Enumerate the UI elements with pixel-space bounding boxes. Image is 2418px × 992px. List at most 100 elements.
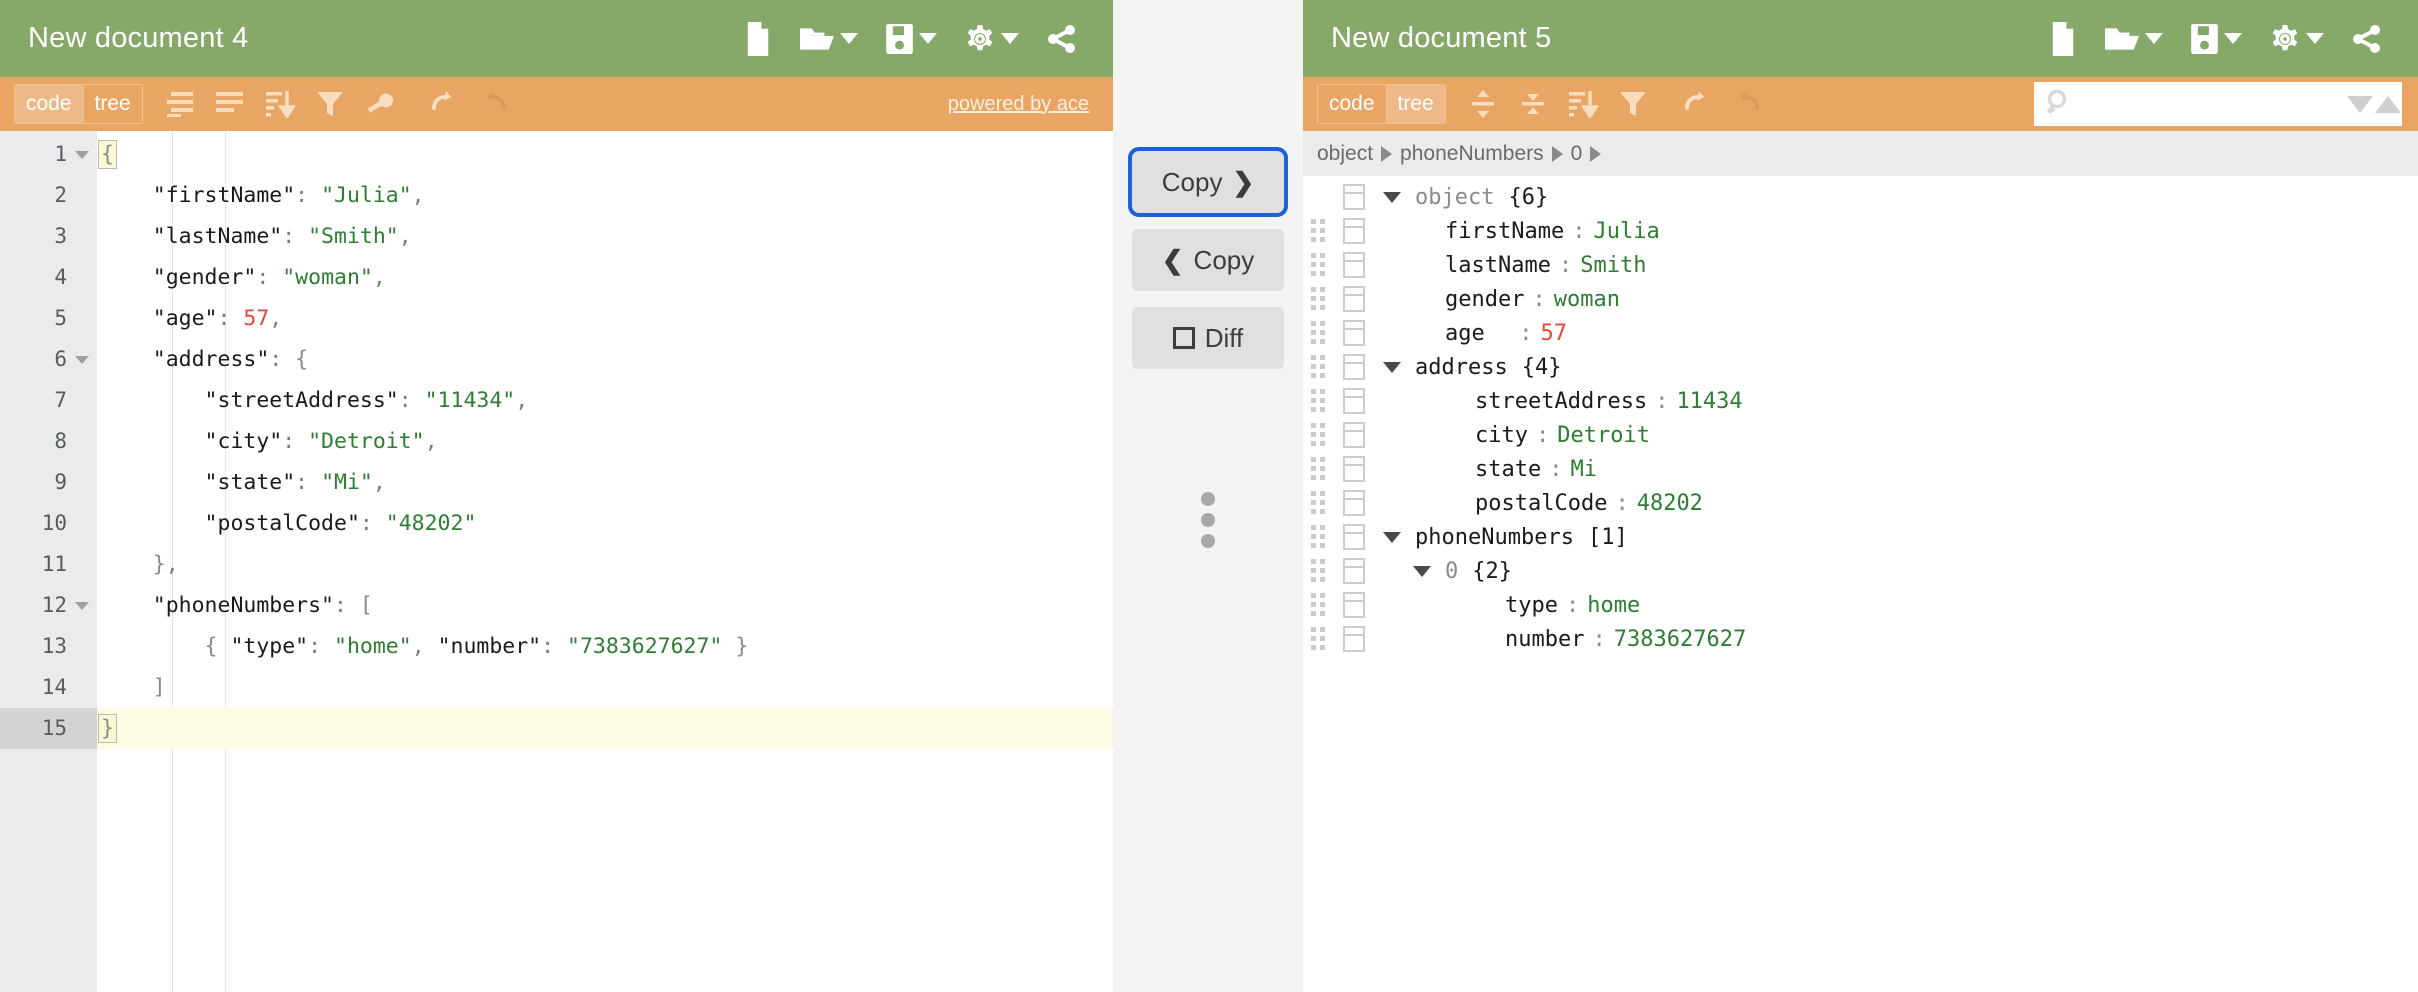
line-number[interactable]: 7 <box>0 380 97 421</box>
save-document-button[interactable] <box>872 18 951 60</box>
new-document-button[interactable] <box>2035 16 2091 62</box>
fold-toggle-icon[interactable] <box>75 356 89 364</box>
repair-icon[interactable] <box>357 83 403 125</box>
search-input[interactable] <box>2072 92 2347 116</box>
line-number[interactable]: 5 <box>0 298 97 339</box>
line-number[interactable]: 6 <box>0 339 97 380</box>
code-line[interactable]: "gender": "woman", <box>97 257 1113 298</box>
code-line[interactable]: "streetAddress": "11434", <box>97 380 1113 421</box>
search-next-icon[interactable] <box>2347 95 2373 113</box>
drag-handle-icon[interactable] <box>1311 524 1333 548</box>
code-line[interactable]: "postalCode": "48202" <box>97 503 1113 544</box>
tree-value[interactable]: home <box>1587 593 1640 618</box>
tree-row[interactable]: phoneNumbers [1] <box>1303 520 2418 554</box>
line-number[interactable]: 4 <box>0 257 97 298</box>
tree-key[interactable]: city <box>1475 423 1528 448</box>
tree-row[interactable]: state: Mi <box>1303 452 2418 486</box>
diff-button[interactable]: Diff <box>1132 307 1284 369</box>
tree-view[interactable]: object {6} firstName: Julia lastName: Smith ge… <box>1303 176 2418 992</box>
tree-value[interactable]: 7383627627 <box>1614 627 1746 652</box>
context-menu-icon[interactable] <box>1343 558 1365 584</box>
line-number[interactable]: 3 <box>0 216 97 257</box>
tree-key[interactable]: streetAddress <box>1475 389 1647 414</box>
code-line[interactable]: } <box>97 708 1113 749</box>
context-menu-icon[interactable] <box>1343 592 1365 618</box>
expand-toggle-icon[interactable] <box>1379 354 1405 380</box>
tree-row[interactable]: address {4} <box>1303 350 2418 384</box>
settings-button[interactable] <box>951 18 1033 60</box>
breadcrumb-item[interactable]: 0 <box>1571 142 1583 166</box>
expand-toggle-icon[interactable] <box>1379 184 1405 210</box>
code-line[interactable]: "lastName": "Smith", <box>97 216 1113 257</box>
filter-icon[interactable] <box>307 83 353 125</box>
resize-handle[interactable] <box>1201 492 1215 548</box>
share-button[interactable] <box>1033 18 1091 60</box>
open-document-button[interactable] <box>2091 19 2177 59</box>
code-line[interactable]: { "type": "home", "number": "7383627627"… <box>97 626 1113 667</box>
tree-row[interactable]: lastName: Smith <box>1303 248 2418 282</box>
tree-key[interactable]: number <box>1505 627 1584 652</box>
context-menu-icon[interactable] <box>1343 184 1365 210</box>
tree-key[interactable]: 0 <box>1445 559 1458 584</box>
redo-icon[interactable] <box>471 83 517 125</box>
undo-icon[interactable] <box>421 83 467 125</box>
tree-value[interactable]: Mi <box>1570 457 1597 482</box>
tree-value[interactable]: Julia <box>1593 219 1659 244</box>
tree-value[interactable]: Detroit <box>1557 423 1650 448</box>
context-menu-icon[interactable] <box>1343 524 1365 550</box>
collapse-all-icon[interactable] <box>1510 83 1556 125</box>
drag-handle-icon[interactable] <box>1311 422 1333 446</box>
tree-row[interactable]: number:7383627627 <box>1303 622 2418 656</box>
tree-row[interactable]: firstName: Julia <box>1303 214 2418 248</box>
code-line[interactable]: ] <box>97 667 1113 708</box>
breadcrumb-item[interactable]: object <box>1317 142 1373 166</box>
filter-icon[interactable] <box>1610 83 1656 125</box>
drag-handle-icon[interactable] <box>1311 490 1333 514</box>
left-mode-code[interactable]: code <box>15 85 84 123</box>
code-line[interactable]: "address": { <box>97 339 1113 380</box>
tree-key[interactable]: type <box>1505 593 1558 618</box>
tree-row[interactable]: gender: woman <box>1303 282 2418 316</box>
tree-key[interactable]: age <box>1445 321 1511 346</box>
copy-right-button[interactable]: Copy ❯ <box>1128 147 1288 217</box>
drag-handle-icon[interactable] <box>1311 388 1333 412</box>
context-menu-icon[interactable] <box>1343 354 1365 380</box>
tree-key[interactable]: phoneNumbers <box>1415 525 1574 550</box>
drag-handle-icon[interactable] <box>1311 286 1333 310</box>
drag-handle-icon[interactable] <box>1311 592 1333 616</box>
line-number[interactable]: 10 <box>0 503 97 544</box>
redo-icon[interactable] <box>1724 83 1770 125</box>
tree-key[interactable]: firstName <box>1445 219 1564 244</box>
drag-handle-icon[interactable] <box>1311 354 1333 378</box>
open-document-button[interactable] <box>786 19 872 59</box>
tree-key[interactable]: state <box>1475 457 1541 482</box>
left-mode-tree[interactable]: tree <box>84 85 142 123</box>
tree-key[interactable]: gender <box>1445 287 1524 312</box>
line-number[interactable]: 11 <box>0 544 97 585</box>
line-number[interactable]: 15 <box>0 708 97 749</box>
line-number[interactable]: 12 <box>0 585 97 626</box>
context-menu-icon[interactable] <box>1343 456 1365 482</box>
drag-handle-icon[interactable] <box>1311 218 1333 242</box>
drag-handle-icon[interactable] <box>1311 252 1333 276</box>
search-box[interactable] <box>2034 82 2402 126</box>
code-line[interactable]: "city": "Detroit", <box>97 421 1113 462</box>
expand-toggle-icon[interactable] <box>1409 558 1435 584</box>
tree-value[interactable]: Smith <box>1580 253 1646 278</box>
tree-key[interactable]: address <box>1415 355 1508 380</box>
tree-value[interactable]: 48202 <box>1637 491 1703 516</box>
right-mode-tree[interactable]: tree <box>1386 85 1445 123</box>
code-line[interactable]: "state": "Mi", <box>97 462 1113 503</box>
line-number[interactable]: 1 <box>0 134 97 175</box>
context-menu-icon[interactable] <box>1343 626 1365 652</box>
tree-value[interactable]: woman <box>1554 287 1620 312</box>
code-editor[interactable]: 1 2 3 4 5 6 7 8 9 10 11 12 13 14 15 { "firstName": "Ju… <box>0 131 1113 992</box>
share-button[interactable] <box>2338 18 2396 60</box>
context-menu-icon[interactable] <box>1343 490 1365 516</box>
drag-handle-icon[interactable] <box>1311 558 1333 582</box>
powered-by-ace-link[interactable]: powered by ace <box>948 93 1089 116</box>
context-menu-icon[interactable] <box>1343 218 1365 244</box>
search-previous-icon[interactable] <box>2375 95 2401 113</box>
code-content[interactable]: { "firstName": "Julia", "lastName": "Smi… <box>97 131 1113 992</box>
line-number[interactable]: 2 <box>0 175 97 216</box>
